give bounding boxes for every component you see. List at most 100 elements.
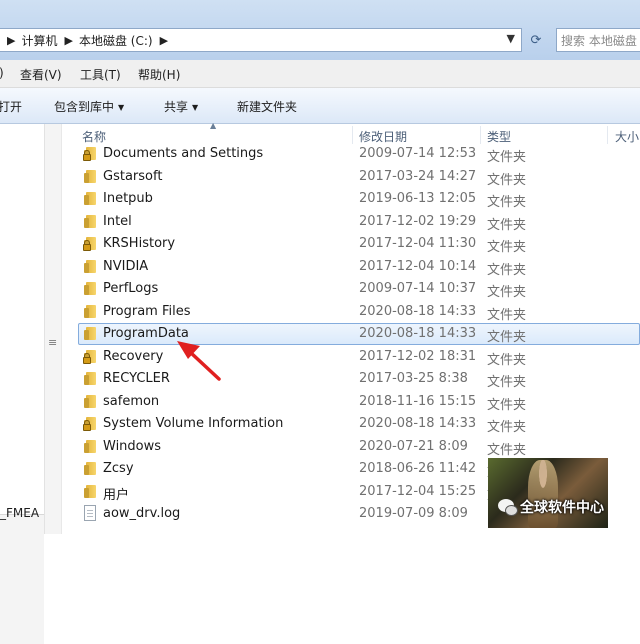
file-row[interactable]: Program Files 2020-08-18 14:33 文件夹: [62, 301, 640, 323]
breadcrumb-separator-icon[interactable]: ▶: [160, 34, 168, 47]
file-modified-date: 2020-07-21 8:09: [359, 438, 468, 454]
file-modified-date: 2018-06-26 11:42: [359, 461, 477, 476]
file-row[interactable]: RECYCLER 2017-03-25 8:38 文件夹: [62, 368, 640, 390]
navigation-pane[interactable]: [0, 124, 44, 644]
file-type: 文件夹: [487, 330, 527, 345]
file-modified-date: 2017-03-25 8:38: [359, 371, 468, 386]
share-button[interactable]: 共享 ▼: [164, 98, 198, 115]
folder-icon: [84, 372, 98, 385]
column-size[interactable]: 大小: [615, 128, 639, 145]
column-name[interactable]: 名称: [82, 128, 106, 145]
file-modified-date: 2017-12-04 15:25: [359, 483, 477, 499]
file-name: Intel: [103, 213, 132, 229]
locked-folder-icon: [83, 147, 98, 161]
watermark-figure: [528, 460, 558, 528]
file-modified-date: 2017-03-24 14:27: [359, 168, 477, 184]
breadcrumb-separator-icon[interactable]: ▶: [7, 34, 15, 47]
new-folder-button[interactable]: 新建文件夹: [237, 98, 297, 115]
include-in-library-label: 包含到库中: [54, 100, 115, 114]
breadcrumb-label[interactable]: 本地磁盘 (C:): [79, 32, 153, 49]
file-row[interactable]: Gstarsoft 2017-03-24 14:27 文件夹: [62, 166, 640, 188]
search-input[interactable]: 搜索 本地磁盘: [556, 28, 640, 52]
file-row[interactable]: PerfLogs 2009-07-14 10:37 文件夹: [62, 278, 640, 300]
folder-icon: [84, 259, 98, 273]
breadcrumb-local-disk[interactable]: ▶ 本地磁盘 (C:) ▶: [57, 32, 174, 49]
file-row[interactable]: NVIDIA 2017-12-04 10:14 文件夹: [62, 256, 640, 278]
column-header: ▲ 名称 修改日期 类型 大小: [62, 121, 640, 146]
column-type[interactable]: 类型: [487, 128, 511, 145]
locked-folder-icon: [83, 349, 98, 364]
file-modified-date: 2019-07-09 8:09: [359, 506, 468, 521]
wechat-icon: [498, 499, 518, 516]
share-label: 共享: [164, 100, 189, 114]
menu-item-tools[interactable]: 工具(T): [80, 66, 121, 83]
file-modified-date: 2009-07-14 10:37: [359, 281, 477, 296]
file-modified-date: 2020-08-18 14:33: [359, 416, 477, 431]
watermark-text: 全球软件中心: [520, 500, 604, 516]
file-type: 文件夹: [487, 150, 527, 165]
file-row[interactable]: Intel 2017-12-02 19:29 文件夹: [62, 211, 640, 233]
file-name: Recovery: [103, 348, 164, 364]
folder-icon: [84, 327, 98, 340]
file-modified-date: 2020-08-18 14:33: [359, 326, 477, 341]
menu-item-edit-fragment[interactable]: ): [0, 66, 4, 80]
file-type: 文件夹: [487, 397, 527, 413]
file-type: 文件夹: [487, 442, 527, 458]
file-row[interactable]: Inetpub 2019-06-13 12:05 文件夹: [62, 188, 640, 210]
chevron-down-icon: ▼: [192, 103, 199, 112]
folder-icon: [84, 304, 98, 318]
file-name: aow_drv.log: [103, 506, 181, 521]
file-row[interactable]: Windows 2020-07-21 8:09 文件夹: [62, 436, 640, 458]
folder-icon: [84, 439, 98, 453]
column-divider[interactable]: [352, 126, 353, 144]
file-row[interactable]: System Volume Information 2020-08-18 14:3…: [62, 413, 640, 435]
file-type: 文件夹: [487, 195, 527, 210]
file-name: PerfLogs: [103, 281, 159, 296]
file-name: RECYCLER: [103, 371, 170, 386]
folder-icon: [84, 282, 98, 295]
file-name: Documents and Settings: [103, 146, 264, 161]
file-row[interactable]: safemon 2018-11-16 15:15 文件夹: [62, 391, 640, 413]
refresh-button[interactable]: ⟳: [525, 28, 547, 52]
open-button[interactable]: 打开: [0, 98, 22, 115]
address-bar-area: ▶ 计算机 ▶ 本地磁盘 (C:) ▶ ▼ ⟳ 搜索 本地磁盘: [0, 0, 640, 60]
folder-icon: [84, 192, 98, 205]
file-row[interactable]: Documents and Settings 2009-07-14 12:53 文件…: [62, 146, 640, 165]
nav-item-fmea[interactable]: _FMEA: [0, 506, 39, 520]
file-type: 文件夹: [487, 375, 527, 390]
column-divider[interactable]: [480, 126, 481, 144]
command-toolbar: 打开 包含到库中 ▼ 共享 ▼ 新建文件夹: [0, 88, 640, 124]
address-dropdown-icon[interactable]: ▼: [507, 32, 515, 45]
file-modified-date: 2009-07-14 12:53: [359, 146, 477, 161]
breadcrumb-computer[interactable]: ▶ 计算机: [0, 32, 57, 49]
file-type: 文件夹: [487, 420, 527, 435]
menu-item-help[interactable]: 帮助(H): [138, 66, 180, 83]
breadcrumb-separator-icon[interactable]: ▶: [64, 34, 72, 47]
file-modified-date: 2018-11-16 15:15: [359, 393, 477, 409]
file-row[interactable]: KRSHistory 2017-12-04 11:30 文件夹: [62, 233, 640, 255]
address-bar[interactable]: ▶ 计算机 ▶ 本地磁盘 (C:) ▶ ▼: [0, 28, 522, 52]
pane-splitter[interactable]: ≡: [44, 124, 62, 534]
include-in-library-button[interactable]: 包含到库中 ▼: [54, 98, 124, 115]
file-row[interactable]: ProgramData 2020-08-18 14:33 文件夹: [62, 323, 640, 345]
file-modified-date: 2017-12-04 11:30: [359, 236, 477, 251]
file-name: 用户: [103, 487, 130, 503]
file-name: NVIDIA: [103, 258, 149, 274]
column-date[interactable]: 修改日期: [359, 128, 407, 145]
file-modified-date: 2019-06-13 12:05: [359, 191, 477, 206]
file-modified-date: 2020-08-18 14:33: [359, 303, 477, 319]
column-divider[interactable]: [607, 126, 608, 144]
file-type: 文件夹: [487, 307, 527, 323]
breadcrumb-label[interactable]: 计算机: [21, 32, 57, 49]
file-modified-date: 2017-12-02 19:29: [359, 213, 477, 229]
file-row[interactable]: Recovery 2017-12-02 18:31 文件夹: [62, 346, 640, 368]
splitter-grip-icon[interactable]: ≡: [48, 336, 57, 349]
file-name: System Volume Information: [103, 416, 284, 431]
file-type: 文件夹: [487, 285, 527, 300]
file-type: 文件夹: [487, 352, 527, 368]
locked-folder-icon: [83, 417, 98, 431]
menu-item-view[interactable]: 查看(V): [20, 66, 62, 83]
file-name: ProgramData: [103, 326, 189, 341]
open-button-label: 打开: [0, 100, 23, 114]
folder-icon: [84, 462, 98, 475]
